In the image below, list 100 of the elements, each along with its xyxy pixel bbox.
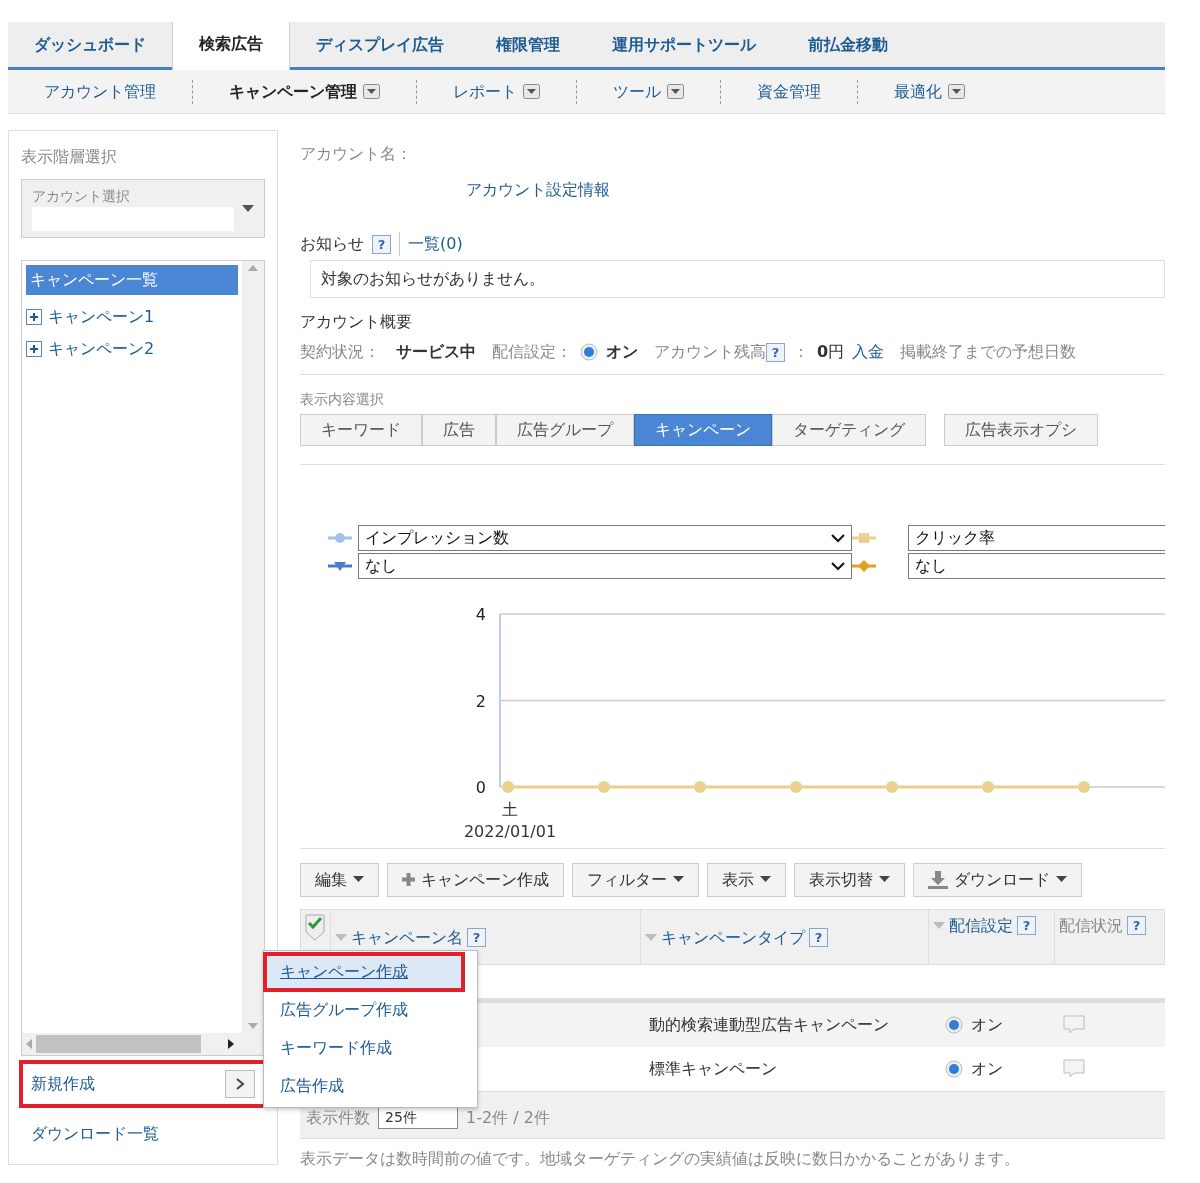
data-point[interactable]: [598, 781, 610, 793]
data-point[interactable]: [694, 781, 706, 793]
comment-icon[interactable]: [1062, 1015, 1085, 1036]
scroll-left-icon[interactable]: [26, 1039, 32, 1049]
nav-tab[interactable]: 権限管理: [470, 23, 586, 67]
sort-icon[interactable]: [645, 933, 657, 942]
page-size-select[interactable]: 25件: [378, 1106, 458, 1129]
view-tab[interactable]: キーワード: [300, 414, 422, 446]
expand-icon[interactable]: [26, 309, 42, 325]
view-tab[interactable]: キャンペーン: [634, 414, 772, 446]
column-header[interactable]: キャンペーン名: [351, 925, 463, 950]
download-icon: [928, 870, 948, 889]
column-header[interactable]: 配信設定: [949, 913, 1013, 938]
chevron-icon[interactable]: [831, 533, 845, 543]
sort-icon[interactable]: [933, 921, 945, 930]
metric-select[interactable]: インプレッション数: [358, 525, 852, 551]
field-label: 表示件数: [306, 1106, 370, 1129]
dropdown-icon[interactable]: [363, 84, 380, 99]
submenu-arrow-button[interactable]: [225, 1070, 255, 1098]
plus-icon: [402, 873, 415, 887]
help-icon[interactable]: ?: [766, 342, 785, 362]
scroll-right-icon[interactable]: [228, 1039, 234, 1049]
data-point[interactable]: [1078, 781, 1090, 793]
data-point[interactable]: [982, 781, 994, 793]
comment-icon[interactable]: [1062, 1059, 1085, 1080]
toolbar-button[interactable]: 表示切替: [794, 862, 905, 897]
scrollbar[interactable]: [22, 1033, 264, 1055]
caret-icon: [242, 204, 254, 213]
scroll-down-icon[interactable]: [248, 1023, 258, 1029]
view-tab[interactable]: ターゲティング: [772, 414, 926, 446]
data-point[interactable]: [502, 781, 514, 793]
nav-link[interactable]: レポート: [453, 79, 517, 104]
help-icon[interactable]: ?: [1127, 916, 1146, 936]
select-all-checkbox[interactable]: [305, 913, 325, 942]
status-value: オン: [606, 341, 638, 363]
view-tab[interactable]: 広告表示オプシ: [944, 414, 1098, 446]
scrollbar[interactable]: [242, 261, 264, 1033]
scroll-up-icon[interactable]: [248, 265, 258, 271]
tree-item[interactable]: キャンペーン2: [48, 337, 155, 361]
radio-button[interactable]: [944, 1015, 963, 1034]
radio-button[interactable]: [580, 343, 598, 361]
balance-value: 0円: [817, 341, 845, 363]
axis-tick-label: 2022/01/01: [463, 821, 557, 844]
axis-tick-label: 4: [475, 605, 486, 624]
radio-button[interactable]: [944, 1059, 963, 1078]
nav-tab[interactable]: 前払金移動: [782, 23, 914, 67]
expand-icon[interactable]: [26, 341, 42, 357]
nav-link[interactable]: アカウント管理: [44, 79, 156, 104]
footnote-text: 表示データは数時間前の値です。地域ターゲティングの実績値は反映に数日かかることがあります。: [300, 1147, 1021, 1170]
data-point[interactable]: [886, 781, 898, 793]
account-name-label: アカウント名：: [300, 143, 413, 165]
menu-item[interactable]: 広告グループ作成: [264, 991, 477, 1029]
nav-tab[interactable]: ディスプレイ広告: [290, 23, 470, 67]
menu-item[interactable]: キーワード作成: [264, 1029, 477, 1067]
notices-list-link[interactable]: 一覧(0): [399, 232, 463, 256]
download-list-link[interactable]: ダウンロード一覧: [31, 1122, 159, 1146]
overview-title: アカウント概要: [300, 311, 413, 333]
status-value: サービス中: [396, 341, 476, 363]
toolbar-button[interactable]: フィルター: [572, 862, 699, 897]
toolbar-button[interactable]: 編集: [300, 862, 379, 897]
metric-select[interactable]: クリック率: [908, 525, 1165, 551]
menu-row[interactable]: 新規作成: [21, 1062, 265, 1106]
dropdown-icon[interactable]: [523, 84, 540, 99]
menu-item[interactable]: 新規作成: [31, 1072, 95, 1096]
account-settings-link[interactable]: アカウント設定情報: [466, 178, 1165, 202]
deposit-link[interactable]: 入金: [852, 340, 885, 364]
chevron-icon: [235, 1078, 245, 1090]
help-icon[interactable]: ?: [467, 928, 486, 948]
nav-tab[interactable]: 検索広告: [172, 22, 290, 70]
dropdown-icon[interactable]: [667, 84, 684, 99]
sort-icon[interactable]: [335, 933, 347, 942]
data-point[interactable]: [790, 781, 802, 793]
scroll-thumb[interactable]: [36, 1035, 201, 1053]
nav-link[interactable]: 最適化: [894, 79, 942, 104]
field-label: 配信設定：: [492, 341, 572, 363]
notices-title: お知らせ: [300, 233, 364, 255]
toolbar-button[interactable]: キャンペーン作成: [387, 862, 564, 897]
menu-item[interactable]: 広告作成: [264, 1067, 477, 1105]
toolbar-button[interactable]: ダウンロード: [913, 862, 1082, 897]
help-icon[interactable]: ?: [809, 928, 828, 948]
help-icon[interactable]: ?: [1017, 916, 1036, 936]
nav-link[interactable]: 資金管理: [757, 79, 821, 104]
dropdown-icon[interactable]: [948, 84, 965, 99]
field-label: アカウント選択: [32, 187, 131, 206]
tree-item[interactable]: キャンペーン1: [48, 305, 155, 329]
toolbar-button[interactable]: 表示: [707, 862, 786, 897]
nav-tab[interactable]: ダッシュボード: [8, 23, 172, 67]
axis-tick-label: 0: [475, 778, 486, 797]
menu-item[interactable]: キャンペーン作成: [264, 953, 464, 991]
view-tab[interactable]: 広告グループ: [496, 414, 634, 446]
view-tab[interactable]: 広告: [422, 414, 496, 446]
help-icon[interactable]: ?: [372, 234, 391, 254]
list-header[interactable]: キャンペーン一覧: [26, 265, 238, 295]
nav-link[interactable]: ツール: [613, 79, 661, 104]
column-header[interactable]: キャンペーンタイプ: [661, 925, 805, 950]
metric-select[interactable]: なし: [908, 553, 1165, 579]
chevron-icon[interactable]: [831, 561, 845, 571]
metric-select[interactable]: なし: [358, 553, 852, 579]
nav-tab[interactable]: 運用サポートツール: [586, 23, 782, 67]
nav-link[interactable]: キャンペーン管理: [229, 79, 357, 104]
